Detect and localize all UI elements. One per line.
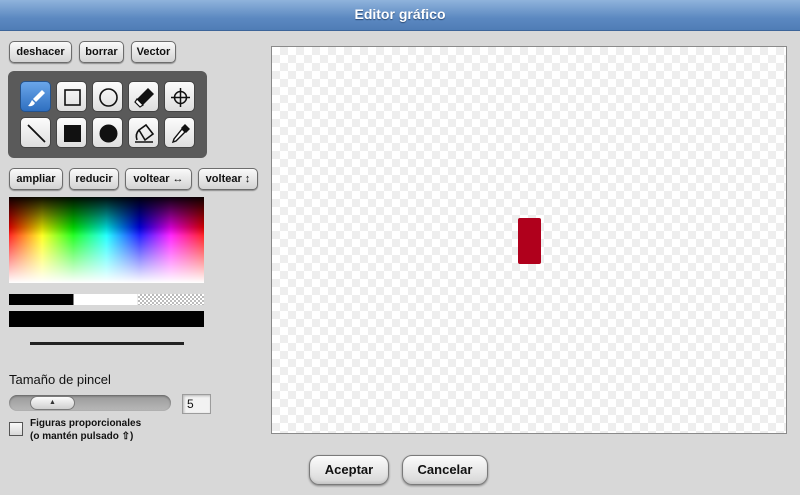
dialog-title: Editor gráfico [354, 6, 446, 22]
filled-ellipse-tool[interactable] [92, 117, 123, 148]
eraser-icon [134, 88, 154, 108]
transparent-swatch[interactable] [138, 294, 204, 305]
proportional-label: Figuras proporcionales [30, 418, 142, 429]
undo-button[interactable]: deshacer [9, 41, 72, 63]
filled-ellipse-icon [99, 124, 118, 143]
brush-size-input[interactable]: 5 [182, 394, 211, 414]
paint-bucket-tool[interactable] [128, 117, 159, 148]
ellipse-tool[interactable] [92, 81, 123, 112]
crosshair-tool[interactable] [164, 81, 195, 112]
paintbrush-icon [28, 90, 45, 107]
filled-rectangle-icon [64, 125, 81, 142]
ellipse-outline-icon [99, 88, 118, 107]
slider-grip-icon: ▲ [49, 399, 56, 406]
rectangle-tool[interactable] [56, 81, 87, 112]
accept-button[interactable]: Aceptar [309, 455, 389, 485]
paint-bucket-icon [135, 123, 155, 143]
paintbrush-tool[interactable] [20, 81, 51, 112]
paint-editor-dialog: Editor gráfico deshacer borrar Vector am… [0, 0, 800, 495]
eraser-tool[interactable] [128, 81, 159, 112]
rectangle-outline-icon [64, 89, 81, 106]
filled-rectangle-tool[interactable] [56, 117, 87, 148]
cancel-button[interactable]: Cancelar [402, 455, 488, 485]
tool-palette [8, 71, 207, 158]
line-icon [27, 124, 46, 143]
brush-size-label: Tamaño de pincel [9, 372, 111, 387]
flip-vertical-button[interactable]: voltear ↕ [198, 168, 258, 190]
current-color-swatch [9, 311, 204, 327]
color-palette-shade[interactable] [9, 197, 204, 283]
eyedropper-tool[interactable] [164, 117, 195, 148]
line-tool[interactable] [20, 117, 51, 148]
eyedropper-icon [171, 124, 190, 144]
crosshair-icon [171, 88, 190, 107]
clear-button[interactable]: borrar [79, 41, 124, 63]
brush-size-preview [30, 342, 184, 345]
flip-horizontal-button[interactable]: voltear ↔ [125, 168, 192, 190]
title-bar[interactable]: Editor gráfico [0, 0, 800, 31]
proportional-hint: (o mantén pulsado ⇧) [30, 431, 134, 442]
proportional-checkbox[interactable] [9, 422, 23, 436]
zoom-out-button[interactable]: reducir [69, 168, 119, 190]
zoom-in-button[interactable]: ampliar [9, 168, 63, 190]
drawn-shape [518, 218, 541, 264]
vector-button[interactable]: Vector [131, 41, 176, 63]
